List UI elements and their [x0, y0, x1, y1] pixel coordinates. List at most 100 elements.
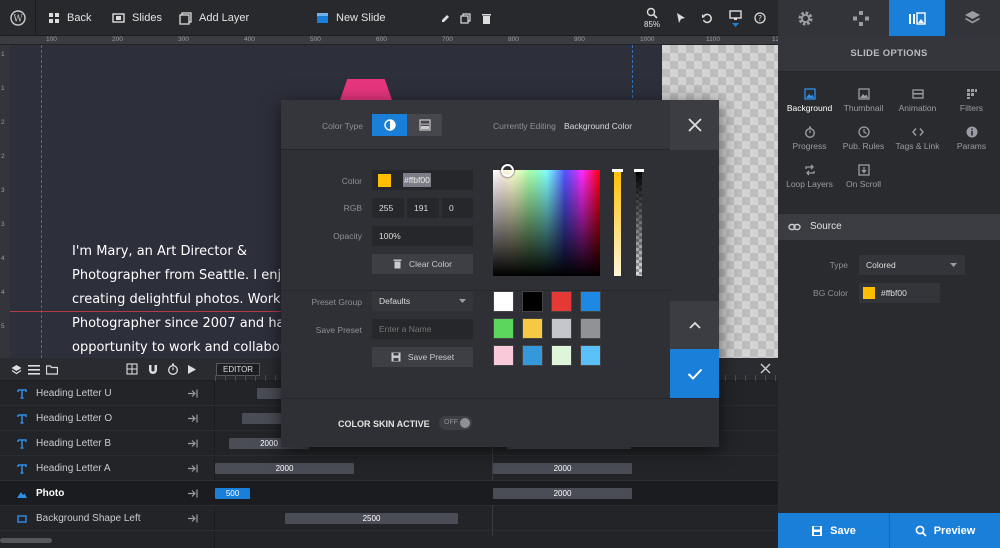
back-button[interactable]: Back	[48, 0, 91, 36]
arrow-to-end-icon[interactable]	[188, 464, 198, 473]
color-preset-swatch[interactable]	[580, 291, 601, 312]
hue-slider[interactable]	[612, 169, 623, 276]
slide-shape-layer[interactable]	[340, 79, 392, 100]
blue-input[interactable]: 0	[442, 198, 473, 218]
opacity-slider[interactable]	[634, 169, 644, 276]
slide-option-on-scroll[interactable]: On Scroll	[836, 164, 891, 189]
layers-icon[interactable]	[11, 364, 22, 375]
slide-option-background[interactable]: Background	[782, 88, 837, 113]
color-skin-toggle[interactable]: OFF	[439, 416, 472, 430]
arrow-to-end-icon[interactable]	[188, 514, 198, 523]
duplicate-slide-button[interactable]	[460, 0, 471, 36]
preset-name-input[interactable]	[372, 319, 473, 339]
save-preset-button[interactable]: Save Preset	[372, 347, 473, 367]
ruler-tick-label: 2	[1, 119, 5, 126]
opacity-slider-handle[interactable]	[634, 169, 644, 172]
folder-icon[interactable]	[46, 364, 58, 375]
slide-option-animation[interactable]: Animation	[890, 88, 945, 113]
timeline-bar[interactable]: 2500	[285, 513, 458, 524]
list-icon[interactable]	[28, 364, 40, 375]
color-preset-swatch[interactable]	[580, 345, 601, 366]
type-select[interactable]: Colored	[859, 255, 965, 275]
color-preset-swatch[interactable]	[522, 318, 543, 339]
clear-color-button[interactable]: Clear Color	[372, 254, 473, 274]
layer-row[interactable]: Background Shape Left 2500	[0, 506, 778, 531]
grid-snap-icon[interactable]	[126, 363, 138, 375]
select-tool-button[interactable]	[675, 0, 687, 36]
timeline-scrollbar[interactable]	[0, 538, 52, 543]
apply-color-button[interactable]	[670, 349, 719, 398]
timeline-bar[interactable]: 500	[215, 488, 250, 499]
add-layer-button[interactable]: Add Layer	[179, 0, 249, 36]
device-view-button[interactable]	[729, 0, 742, 36]
source-section-header[interactable]: Source	[778, 214, 1000, 240]
ruler-tick-label: 5	[1, 323, 5, 330]
wordpress-logo-button[interactable]: W	[0, 0, 36, 36]
help-button[interactable]: ?	[754, 0, 766, 36]
slide-option-thumbnail[interactable]: Thumbnail	[836, 88, 891, 113]
slide-option-loop-layers[interactable]: Loop Layers	[782, 164, 837, 189]
arrow-to-end-icon[interactable]	[188, 389, 198, 398]
color-picker-handle[interactable]	[501, 164, 514, 177]
slide-option-tags-link[interactable]: Tags & Link	[890, 126, 945, 151]
close-timeline-icon[interactable]	[760, 363, 771, 374]
tab-settings[interactable]	[778, 0, 834, 36]
timeline-bar[interactable]: 2000	[493, 488, 632, 499]
tab-layers[interactable]	[944, 0, 1000, 36]
edit-slide-button[interactable]	[440, 0, 451, 36]
gradient-color-type-button[interactable]	[407, 114, 442, 136]
slide-option-progress[interactable]: Progress	[782, 126, 837, 151]
layer-row[interactable]: Photo 500 2000	[0, 481, 778, 506]
arrow-to-end-icon[interactable]	[188, 489, 198, 498]
color-preset-swatch[interactable]	[580, 318, 601, 339]
stopwatch-icon[interactable]	[167, 363, 179, 375]
save-button[interactable]: Save	[778, 513, 889, 548]
bg-color-field[interactable]: #ffbf00	[859, 283, 940, 303]
slide-option-params[interactable]: Params	[944, 126, 999, 151]
slide-text-layer[interactable]: I'm Mary, an Art Director & Photographer …	[72, 240, 292, 360]
opacity-input[interactable]: 100%	[372, 226, 473, 246]
delete-slide-button[interactable]	[481, 0, 492, 36]
green-input[interactable]: 191	[407, 198, 439, 218]
arrow-to-end-icon[interactable]	[188, 414, 198, 423]
type-label: Type	[829, 260, 848, 270]
slides-button[interactable]: Slides	[112, 0, 162, 36]
solid-color-type-button[interactable]	[372, 114, 407, 136]
preset-group-label: Preset Group	[311, 297, 362, 307]
timeline-bar[interactable]: 2000	[215, 463, 354, 474]
close-dialog-button[interactable]	[670, 100, 719, 150]
red-input[interactable]: 255	[372, 198, 404, 218]
tab-navigation[interactable]	[833, 0, 889, 36]
hue-slider-handle[interactable]	[612, 169, 623, 172]
color-preset-swatch[interactable]	[493, 345, 514, 366]
color-preset-swatch[interactable]	[551, 318, 572, 339]
arrow-to-end-icon[interactable]	[188, 439, 198, 448]
preset-group-select[interactable]: Defaults	[372, 291, 473, 311]
color-hex-input[interactable]: #ffbf00	[372, 170, 473, 190]
preview-button[interactable]: Preview	[889, 513, 1000, 548]
slide-option-pub-rules[interactable]: Pub. Rules	[836, 126, 891, 151]
currently-editing-value: Background Color	[564, 121, 633, 131]
play-icon[interactable]	[187, 364, 197, 375]
color-spectrum-area[interactable]	[493, 164, 600, 276]
ruler-tick-label: 4	[1, 289, 5, 296]
layer-row[interactable]: Heading Letter A 2000 2000	[0, 456, 778, 481]
tab-slides[interactable]	[889, 0, 945, 36]
color-preset-swatch[interactable]	[522, 291, 543, 312]
slide-selector[interactable]: New Slide	[316, 0, 386, 36]
color-preset-swatch[interactable]	[522, 345, 543, 366]
timeline-bar[interactable]	[242, 413, 282, 424]
gradient-icon	[418, 119, 431, 131]
color-preset-swatch[interactable]	[551, 345, 572, 366]
expand-presets-button[interactable]	[670, 301, 719, 349]
zoom-control[interactable]: 85%	[644, 0, 660, 36]
magnet-icon[interactable]	[147, 363, 159, 375]
undo-button[interactable]	[701, 0, 713, 36]
shape-icon	[17, 515, 27, 523]
slide-option-filters[interactable]: Filters	[944, 88, 999, 113]
contrast-icon	[383, 119, 396, 131]
color-preset-swatch[interactable]	[493, 291, 514, 312]
color-preset-swatch[interactable]	[493, 318, 514, 339]
timeline-bar[interactable]: 2000	[493, 463, 632, 474]
color-preset-swatch[interactable]	[551, 291, 572, 312]
